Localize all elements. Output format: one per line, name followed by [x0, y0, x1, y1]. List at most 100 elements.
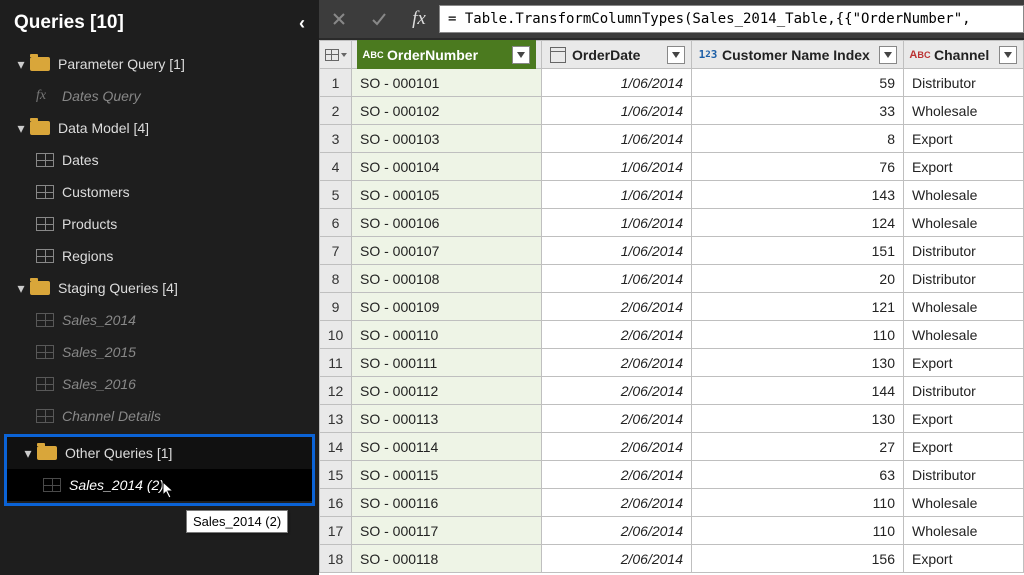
- cell-customerIdx[interactable]: 63: [692, 461, 904, 489]
- table-row[interactable]: 9SO - 0001092/06/2014121Wholesale: [320, 293, 1024, 321]
- cell-orderNumber[interactable]: SO - 000107: [352, 237, 542, 265]
- row-number[interactable]: 16: [320, 489, 352, 517]
- query-item-products[interactable]: Products: [0, 208, 319, 240]
- table-row[interactable]: 5SO - 0001051/06/2014143Wholesale: [320, 181, 1024, 209]
- cell-channel[interactable]: Wholesale: [904, 293, 1024, 321]
- query-item-dates-query[interactable]: fxDates Query: [0, 80, 319, 112]
- column-filter-button[interactable]: [512, 46, 530, 64]
- cell-channel[interactable]: Wholesale: [904, 97, 1024, 125]
- row-number[interactable]: 15: [320, 461, 352, 489]
- cell-orderDate[interactable]: 1/06/2014: [542, 69, 692, 97]
- folder-parameter-query-1-[interactable]: ▾Parameter Query [1]: [0, 48, 319, 80]
- row-number[interactable]: 12: [320, 377, 352, 405]
- cell-orderDate[interactable]: 2/06/2014: [542, 377, 692, 405]
- cell-orderNumber[interactable]: SO - 000108: [352, 265, 542, 293]
- cell-orderDate[interactable]: 2/06/2014: [542, 517, 692, 545]
- row-number[interactable]: 3: [320, 125, 352, 153]
- table-row[interactable]: 17SO - 0001172/06/2014110Wholesale: [320, 517, 1024, 545]
- cell-orderDate[interactable]: 1/06/2014: [542, 209, 692, 237]
- cell-orderNumber[interactable]: SO - 000113: [352, 405, 542, 433]
- table-row[interactable]: 10SO - 0001102/06/2014110Wholesale: [320, 321, 1024, 349]
- cell-channel[interactable]: Wholesale: [904, 489, 1024, 517]
- cell-orderDate[interactable]: 1/06/2014: [542, 97, 692, 125]
- cell-orderDate[interactable]: 2/06/2014: [542, 545, 692, 573]
- cell-orderDate[interactable]: 1/06/2014: [542, 153, 692, 181]
- cell-channel[interactable]: Distributor: [904, 265, 1024, 293]
- cell-channel[interactable]: Export: [904, 153, 1024, 181]
- query-item-regions[interactable]: Regions: [0, 240, 319, 272]
- cell-orderNumber[interactable]: SO - 000103: [352, 125, 542, 153]
- cell-channel[interactable]: Distributor: [904, 69, 1024, 97]
- cell-channel[interactable]: Export: [904, 545, 1024, 573]
- row-number[interactable]: 17: [320, 517, 352, 545]
- formula-input[interactable]: = Table.TransformColumnTypes(Sales_2014_…: [439, 5, 1024, 33]
- row-number[interactable]: 14: [320, 433, 352, 461]
- cell-customerIdx[interactable]: 156: [692, 545, 904, 573]
- table-row[interactable]: 4SO - 0001041/06/201476Export: [320, 153, 1024, 181]
- row-number[interactable]: 18: [320, 545, 352, 573]
- cell-orderDate[interactable]: 2/06/2014: [542, 321, 692, 349]
- cell-orderDate[interactable]: 1/06/2014: [542, 237, 692, 265]
- cell-orderNumber[interactable]: SO - 000117: [352, 517, 542, 545]
- cell-orderNumber[interactable]: SO - 000112: [352, 377, 542, 405]
- query-item-sales_2014[interactable]: Sales_2014: [0, 304, 319, 336]
- cell-customerIdx[interactable]: 151: [692, 237, 904, 265]
- cell-orderDate[interactable]: 2/06/2014: [542, 293, 692, 321]
- cell-orderNumber[interactable]: SO - 000104: [352, 153, 542, 181]
- table-row[interactable]: 8SO - 0001081/06/201420Distributor: [320, 265, 1024, 293]
- table-row[interactable]: 18SO - 0001182/06/2014156Export: [320, 545, 1024, 573]
- folder-other-queries-1-[interactable]: ▾Other Queries [1]: [7, 437, 312, 469]
- fx-button[interactable]: fx: [399, 0, 439, 38]
- column-header-orderNumber[interactable]: ABCOrderNumber: [352, 41, 542, 69]
- row-number[interactable]: 9: [320, 293, 352, 321]
- row-number[interactable]: 10: [320, 321, 352, 349]
- cell-customerIdx[interactable]: 59: [692, 69, 904, 97]
- cell-orderDate[interactable]: 1/06/2014: [542, 125, 692, 153]
- table-row[interactable]: 6SO - 0001061/06/2014124Wholesale: [320, 209, 1024, 237]
- cell-customerIdx[interactable]: 110: [692, 517, 904, 545]
- cell-customerIdx[interactable]: 110: [692, 321, 904, 349]
- cell-orderNumber[interactable]: SO - 000102: [352, 97, 542, 125]
- cell-customerIdx[interactable]: 130: [692, 405, 904, 433]
- cell-customerIdx[interactable]: 33: [692, 97, 904, 125]
- column-header-channel[interactable]: ABCChannel: [904, 41, 1024, 69]
- row-number[interactable]: 2: [320, 97, 352, 125]
- table-row[interactable]: 13SO - 0001132/06/2014130Export: [320, 405, 1024, 433]
- cell-orderNumber[interactable]: SO - 000105: [352, 181, 542, 209]
- cell-orderNumber[interactable]: SO - 000106: [352, 209, 542, 237]
- cell-orderNumber[interactable]: SO - 000110: [352, 321, 542, 349]
- cell-customerIdx[interactable]: 121: [692, 293, 904, 321]
- table-row[interactable]: 7SO - 0001071/06/2014151Distributor: [320, 237, 1024, 265]
- cell-orderNumber[interactable]: SO - 000116: [352, 489, 542, 517]
- cell-orderDate[interactable]: 1/06/2014: [542, 265, 692, 293]
- cell-orderDate[interactable]: 2/06/2014: [542, 349, 692, 377]
- cell-orderDate[interactable]: 2/06/2014: [542, 489, 692, 517]
- cell-orderNumber[interactable]: SO - 000118: [352, 545, 542, 573]
- column-header-orderDate[interactable]: OrderDate: [542, 41, 692, 69]
- column-header-customerIdx[interactable]: 123Customer Name Index: [692, 41, 904, 69]
- row-number[interactable]: 11: [320, 349, 352, 377]
- cell-channel[interactable]: Export: [904, 405, 1024, 433]
- table-row[interactable]: 14SO - 0001142/06/201427Export: [320, 433, 1024, 461]
- cell-orderNumber[interactable]: SO - 000114: [352, 433, 542, 461]
- table-row[interactable]: 3SO - 0001031/06/20148Export: [320, 125, 1024, 153]
- query-item-sales_2014-2-[interactable]: Sales_2014 (2): [7, 469, 312, 501]
- cell-orderDate[interactable]: 1/06/2014: [542, 181, 692, 209]
- row-number[interactable]: 6: [320, 209, 352, 237]
- cell-customerIdx[interactable]: 130: [692, 349, 904, 377]
- folder-data-model-4-[interactable]: ▾Data Model [4]: [0, 112, 319, 144]
- row-number[interactable]: 5: [320, 181, 352, 209]
- cell-channel[interactable]: Export: [904, 349, 1024, 377]
- cell-orderDate[interactable]: 2/06/2014: [542, 461, 692, 489]
- table-row[interactable]: 15SO - 0001152/06/201463Distributor: [320, 461, 1024, 489]
- table-row[interactable]: 11SO - 0001112/06/2014130Export: [320, 349, 1024, 377]
- cell-channel[interactable]: Wholesale: [904, 181, 1024, 209]
- column-filter-button[interactable]: [667, 46, 685, 64]
- cell-customerIdx[interactable]: 27: [692, 433, 904, 461]
- row-number[interactable]: 4: [320, 153, 352, 181]
- row-number[interactable]: 13: [320, 405, 352, 433]
- cell-customerIdx[interactable]: 124: [692, 209, 904, 237]
- cell-channel[interactable]: Distributor: [904, 461, 1024, 489]
- table-row[interactable]: 16SO - 0001162/06/2014110Wholesale: [320, 489, 1024, 517]
- cell-channel[interactable]: Wholesale: [904, 209, 1024, 237]
